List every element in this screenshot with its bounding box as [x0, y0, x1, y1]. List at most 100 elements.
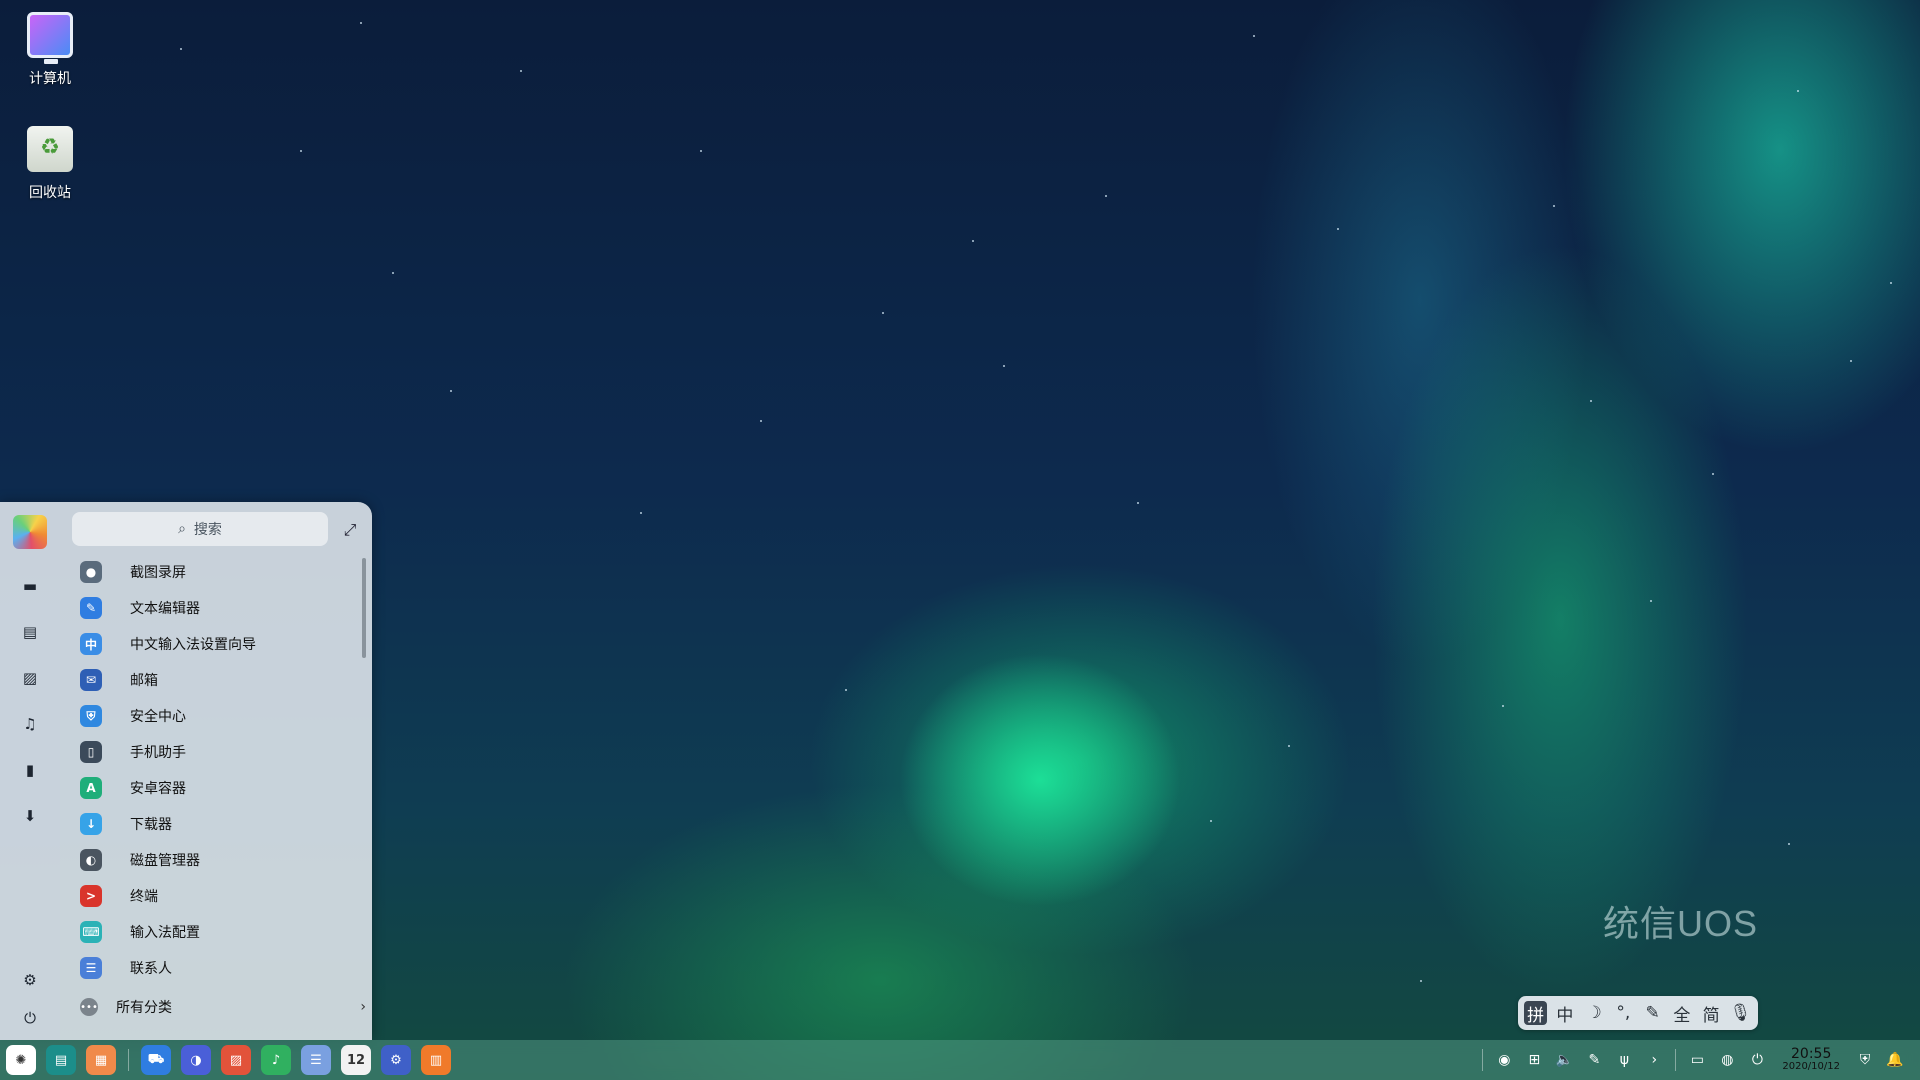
app-item[interactable]: 中 中文输入法设置向导	[60, 626, 360, 662]
ime-button[interactable]: 全	[1670, 1001, 1693, 1026]
ime-button[interactable]: 🎙	[1729, 1001, 1752, 1025]
app-item[interactable]: ↓ 下载器	[60, 806, 360, 842]
clock[interactable]: 20:55 2020/10/12	[1782, 1047, 1840, 1072]
fullscreen-toggle-button[interactable]: ⤢	[338, 518, 362, 542]
star	[1253, 35, 1255, 37]
taskbar-calendar-icon[interactable]: 12	[341, 1045, 371, 1075]
star	[1850, 360, 1852, 362]
ime-button[interactable]: 简	[1700, 1001, 1723, 1026]
app-item[interactable]: ✎ 文本编辑器	[60, 590, 360, 626]
volume-icon[interactable]: 🔈	[1553, 1049, 1575, 1071]
ime-button[interactable]: 中	[1553, 1001, 1576, 1026]
ime-button[interactable]: ✎	[1641, 1001, 1664, 1025]
search-placeholder: 搜索	[193, 522, 222, 538]
star	[450, 390, 452, 392]
all-categories-button[interactable]: ••• 所有分类 ›	[60, 990, 372, 1024]
star	[1797, 90, 1799, 92]
app-label: 终端	[130, 889, 158, 905]
pen-icon[interactable]: ✎	[1583, 1049, 1605, 1071]
trash-icon	[27, 126, 73, 172]
taskbar-music-icon[interactable]: ♪	[261, 1045, 291, 1075]
search-input[interactable]: ⌕ 搜索	[72, 512, 328, 546]
desktop-icon-trash[interactable]: 回收站	[14, 126, 86, 202]
desktop-icon-computer[interactable]: 计算机	[14, 12, 86, 88]
app-icon: A	[80, 777, 102, 799]
notification-icon[interactable]: 🔔	[1884, 1049, 1906, 1071]
settings-icon[interactable]: ⚙	[18, 968, 42, 992]
document-icon[interactable]: ▤	[18, 620, 42, 644]
app-icon: ☰	[80, 957, 102, 979]
more-icon: •••	[80, 998, 98, 1016]
tray-divider	[1675, 1049, 1677, 1071]
star	[300, 150, 302, 152]
search-icon: ⌕	[178, 521, 186, 537]
star	[1788, 843, 1790, 845]
star	[1712, 473, 1714, 475]
taskbar-control-center-icon[interactable]: ⚙	[381, 1045, 411, 1075]
power-icon[interactable]: ⏻	[18, 1006, 42, 1030]
avatar[interactable]	[13, 515, 47, 549]
taskbar-browser-icon[interactable]: ◑	[181, 1045, 211, 1075]
app-icon: ▯	[80, 741, 102, 763]
star	[1420, 980, 1422, 982]
system-tray: ◉ ⊞ 🔈 ✎ ψ › ▭ ◍ ⏻ 20:55 2020/10/12 ⛨ 🔔	[1480, 1040, 1920, 1080]
taskbar-multitask-view-icon[interactable]: ▤	[46, 1045, 76, 1075]
os-watermark: 统信UOS	[1602, 903, 1758, 944]
app-item[interactable]: ⌨ 输入法配置	[60, 914, 360, 950]
app-item[interactable]: ◐ 磁盘管理器	[60, 842, 360, 878]
screenshot-icon[interactable]: ◉	[1493, 1049, 1515, 1071]
app-item[interactable]: ▯ 手机助手	[60, 734, 360, 770]
picture-icon[interactable]: ▨	[18, 666, 42, 690]
taskbar-document-viewer-icon[interactable]: ☰	[301, 1045, 331, 1075]
app-item[interactable]: A 安卓容器	[60, 770, 360, 806]
video-icon[interactable]: ▮	[18, 758, 42, 782]
app-icon: ⛨	[80, 705, 102, 727]
network-icon[interactable]: ◍	[1716, 1049, 1738, 1071]
power-icon[interactable]: ⏻	[1746, 1049, 1768, 1071]
taskbar-file-manager-icon[interactable]: ▦	[86, 1045, 116, 1075]
chevron-right-icon[interactable]: ›	[1643, 1049, 1665, 1071]
desktop-icon-label: 回收站	[29, 185, 71, 201]
star	[845, 689, 847, 691]
security-icon[interactable]: ⛨	[1854, 1049, 1876, 1071]
usb-icon[interactable]: ψ	[1613, 1049, 1635, 1071]
star	[1288, 745, 1290, 747]
star	[640, 512, 642, 514]
app-label: 截图录屏	[130, 565, 186, 581]
app-icon: ⌨	[80, 921, 102, 943]
star	[972, 240, 974, 242]
ime-button[interactable]: °,	[1612, 1001, 1635, 1025]
app-label: 磁盘管理器	[130, 853, 200, 869]
scrollbar[interactable]	[362, 558, 366, 658]
download-icon[interactable]: ⬇	[18, 804, 42, 828]
keyboard-icon[interactable]: ⊞	[1523, 1049, 1545, 1071]
app-label: 邮箱	[130, 673, 158, 689]
star	[700, 150, 702, 152]
star	[392, 272, 394, 274]
star	[1650, 600, 1652, 602]
taskbar-apps: ✺ ▤ ▦ ⛟ ◑ ▨ ♪ ☰ 12 ⚙ ▥	[0, 1045, 451, 1075]
ime-button[interactable]: 拼	[1524, 1001, 1548, 1026]
taskbar-app-store-icon[interactable]: ⛟	[141, 1045, 171, 1075]
category-rail: ▬ ▤ ▨ ♫ ▮ ⬇ ⚙ ⏻	[0, 502, 60, 1040]
app-label: 手机助手	[130, 745, 186, 761]
taskbar-app-market-icon[interactable]: ▥	[421, 1045, 451, 1075]
tray-divider	[1482, 1049, 1484, 1071]
music-icon[interactable]: ♫	[18, 712, 42, 736]
star	[1003, 365, 1005, 367]
app-item[interactable]: ⛨ 安全中心	[60, 698, 360, 734]
taskbar-launcher-icon[interactable]: ✺	[6, 1045, 36, 1075]
input-method-toolbar: 拼中 ☽ °, ✎ 全简 🎙	[1518, 996, 1758, 1030]
star	[1590, 400, 1592, 402]
desktop-icon[interactable]: ▬	[18, 574, 42, 598]
taskbar-image-viewer-icon[interactable]: ▨	[221, 1045, 251, 1075]
app-item[interactable]: ☰ 联系人	[60, 950, 360, 986]
display-icon[interactable]: ▭	[1686, 1049, 1708, 1071]
app-item[interactable]: ● 截图录屏	[60, 554, 360, 590]
star	[1210, 820, 1212, 822]
app-item[interactable]: > 终端	[60, 878, 360, 914]
app-item[interactable]: ✉ 邮箱	[60, 662, 360, 698]
taskbar-divider	[128, 1049, 129, 1071]
ime-button[interactable]: ☽	[1583, 1001, 1606, 1025]
taskbar: ✺ ▤ ▦ ⛟ ◑ ▨ ♪ ☰ 12 ⚙ ▥ ◉ ⊞ 🔈 ✎ ψ › ▭ ◍ ⏻ 20:55 202…	[0, 1040, 1920, 1080]
